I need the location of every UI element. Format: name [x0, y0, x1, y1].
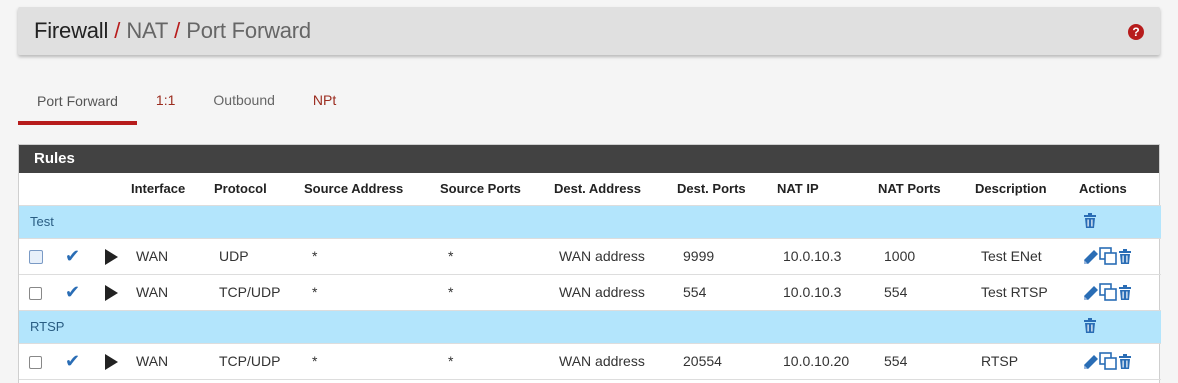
header-protocol[interactable]: Protocol	[214, 173, 304, 206]
breadcrumb: Firewall / NAT / Port Forward ?	[18, 7, 1160, 55]
cell-description: RTSP	[975, 343, 1079, 380]
delete-separator-icon[interactable]	[1083, 317, 1097, 336]
header-dest-ports[interactable]: Dest. Ports	[677, 173, 777, 206]
edit-icon[interactable]	[1083, 283, 1099, 300]
table-row[interactable]: ✔ WAN UDP * * WAN address 9999 10.0.10.3 1000 Tes…	[19, 238, 1161, 275]
header-source-ports[interactable]: Source Ports	[440, 173, 554, 206]
row-select-checkbox[interactable]	[29, 286, 42, 300]
header-select	[19, 173, 57, 206]
breadcrumb-firewall[interactable]: Firewall	[34, 18, 108, 44]
help-icon[interactable]: ?	[1128, 24, 1144, 40]
actions-cell	[1079, 238, 1161, 275]
breadcrumb-nat[interactable]: NAT	[126, 18, 168, 44]
cell-nat-ports: 1000	[878, 238, 975, 275]
separator-actions	[1079, 310, 1161, 344]
cell-description: Test RTSP	[975, 274, 1079, 311]
select-cell	[19, 238, 57, 275]
breadcrumb-port-forward[interactable]: Port Forward	[186, 18, 311, 44]
cell-dest-ports: 20554	[677, 343, 777, 380]
breadcrumb-separator: /	[174, 18, 181, 43]
cell-source-address: *	[304, 274, 440, 311]
separator-label: RTSP	[19, 310, 1079, 344]
cell-dest-address: WAN address	[554, 274, 677, 311]
tab-one-to-one[interactable]: 1:1	[137, 78, 194, 122]
header-actions: Actions	[1079, 173, 1161, 206]
separator-actions	[1079, 205, 1161, 239]
rules-table: Interface Protocol Source Address Source…	[19, 173, 1161, 380]
play-icon[interactable]	[105, 353, 118, 370]
tab-bar: Port Forward 1:1 Outbound NPt	[18, 78, 355, 125]
separator-row: RTSP	[19, 310, 1161, 344]
copy-icon[interactable]	[1099, 352, 1117, 371]
anchor-cell	[95, 274, 131, 311]
cell-interface: WAN	[131, 343, 214, 380]
actions-cell	[1079, 343, 1161, 380]
cell-protocol: TCP/UDP	[214, 343, 304, 380]
header-source-address[interactable]: Source Address	[304, 173, 440, 206]
delete-icon[interactable]	[1118, 248, 1132, 265]
table-row[interactable]: ✔ WAN TCP/UDP * * WAN address 20554 10.0.10.20 5…	[19, 343, 1161, 380]
cell-dest-ports: 9999	[677, 238, 777, 275]
play-icon[interactable]	[105, 284, 118, 301]
tab-outbound[interactable]: Outbound	[194, 78, 294, 122]
cell-dest-ports: 554	[677, 274, 777, 311]
cell-nat-ip: 10.0.10.3	[777, 274, 878, 311]
anchor-cell	[95, 343, 131, 380]
cell-source-ports: *	[440, 238, 554, 275]
cell-protocol: UDP	[214, 238, 304, 275]
separator-row: Test	[19, 205, 1161, 239]
copy-icon[interactable]	[1099, 283, 1117, 302]
header-anchor	[95, 173, 131, 206]
delete-icon[interactable]	[1118, 353, 1132, 370]
check-icon[interactable]: ✔	[65, 351, 80, 372]
cell-protocol: TCP/UDP	[214, 274, 304, 311]
separator-label: Test	[19, 205, 1079, 239]
cell-nat-ip: 10.0.10.3	[777, 238, 878, 275]
header-interface[interactable]: Interface	[131, 173, 214, 206]
table-row[interactable]: ✔ WAN TCP/UDP * * WAN address 554 10.0.10.3 554 T…	[19, 274, 1161, 311]
check-icon[interactable]: ✔	[65, 282, 80, 303]
select-cell	[19, 343, 57, 380]
rules-panel: Rules Interface Protocol Source Address …	[18, 144, 1161, 383]
actions-cell	[1079, 274, 1161, 311]
row-select-checkbox[interactable]	[29, 355, 42, 369]
status-cell: ✔	[57, 238, 95, 275]
tab-port-forward[interactable]: Port Forward	[18, 78, 137, 125]
cell-nat-ports: 554	[878, 274, 975, 311]
edit-icon[interactable]	[1083, 247, 1099, 264]
page: Firewall / NAT / Port Forward ? Port For…	[0, 0, 1178, 383]
header-status	[57, 173, 95, 206]
cell-nat-ports: 554	[878, 343, 975, 380]
cell-source-ports: *	[440, 343, 554, 380]
header-dest-address[interactable]: Dest. Address	[554, 173, 677, 206]
select-cell	[19, 274, 57, 311]
panel-title: Rules	[19, 145, 1159, 173]
cell-dest-address: WAN address	[554, 238, 677, 275]
table-header: Interface Protocol Source Address Source…	[19, 173, 1161, 206]
cell-source-address: *	[304, 238, 440, 275]
header-nat-ports[interactable]: NAT Ports	[878, 173, 975, 206]
status-cell: ✔	[57, 343, 95, 380]
cell-interface: WAN	[131, 238, 214, 275]
anchor-cell	[95, 238, 131, 275]
cell-source-ports: *	[440, 274, 554, 311]
play-icon[interactable]	[105, 248, 118, 265]
delete-icon[interactable]	[1118, 284, 1132, 301]
copy-icon[interactable]	[1099, 247, 1117, 266]
cell-source-address: *	[304, 343, 440, 380]
delete-separator-icon[interactable]	[1083, 212, 1097, 231]
cell-interface: WAN	[131, 274, 214, 311]
check-icon[interactable]: ✔	[65, 246, 80, 267]
breadcrumb-separator: /	[114, 18, 121, 43]
status-cell: ✔	[57, 274, 95, 311]
header-description[interactable]: Description	[975, 173, 1079, 206]
tab-npt[interactable]: NPt	[294, 78, 355, 122]
cell-dest-address: WAN address	[554, 343, 677, 380]
header-nat-ip[interactable]: NAT IP	[777, 173, 878, 206]
cell-description: Test ENet	[975, 238, 1079, 275]
edit-icon[interactable]	[1083, 352, 1099, 369]
row-select-checkbox[interactable]	[29, 250, 43, 265]
cell-nat-ip: 10.0.10.20	[777, 343, 878, 380]
